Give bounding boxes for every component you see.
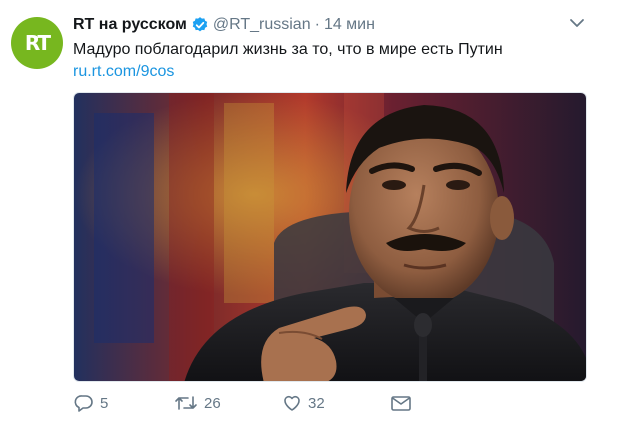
avatar-logo-text: RT [24,31,51,55]
reply-icon [74,395,93,412]
reply-button[interactable]: 5 [74,393,108,413]
reply-count: 5 [100,394,109,412]
author-name[interactable]: RT на русском [73,16,187,34]
envelope-icon [391,396,411,411]
like-button[interactable]: 32 [282,393,325,413]
verified-badge-icon [191,16,209,34]
author-handle[interactable]: @RT_russian [213,16,311,34]
avatar[interactable]: RT [11,17,63,69]
tweet-actions: 5 26 32 [74,393,434,415]
tweet-link[interactable]: ru.rt.com/9cos [73,63,174,81]
tweet-text: Мадуро поблагодарил жизнь за то, что в м… [73,41,503,58]
tweet-media-photo[interactable] [73,92,587,382]
chevron-down-icon[interactable] [568,14,586,32]
heart-icon [284,395,300,411]
retweet-count: 26 [204,394,221,412]
tweet[interactable]: RT RT на русском @RT_russian · 14 мин Ма… [0,0,617,429]
like-count: 32 [308,394,325,412]
tweet-header: RT на русском @RT_russian · 14 мин [73,14,375,36]
retweet-button[interactable]: 26 [174,393,221,413]
timestamp[interactable]: 14 мин [324,16,375,34]
retweet-icon [175,396,197,410]
direct-message-button[interactable] [390,393,418,413]
photo-image [74,93,586,381]
separator-dot: · [314,16,320,33]
